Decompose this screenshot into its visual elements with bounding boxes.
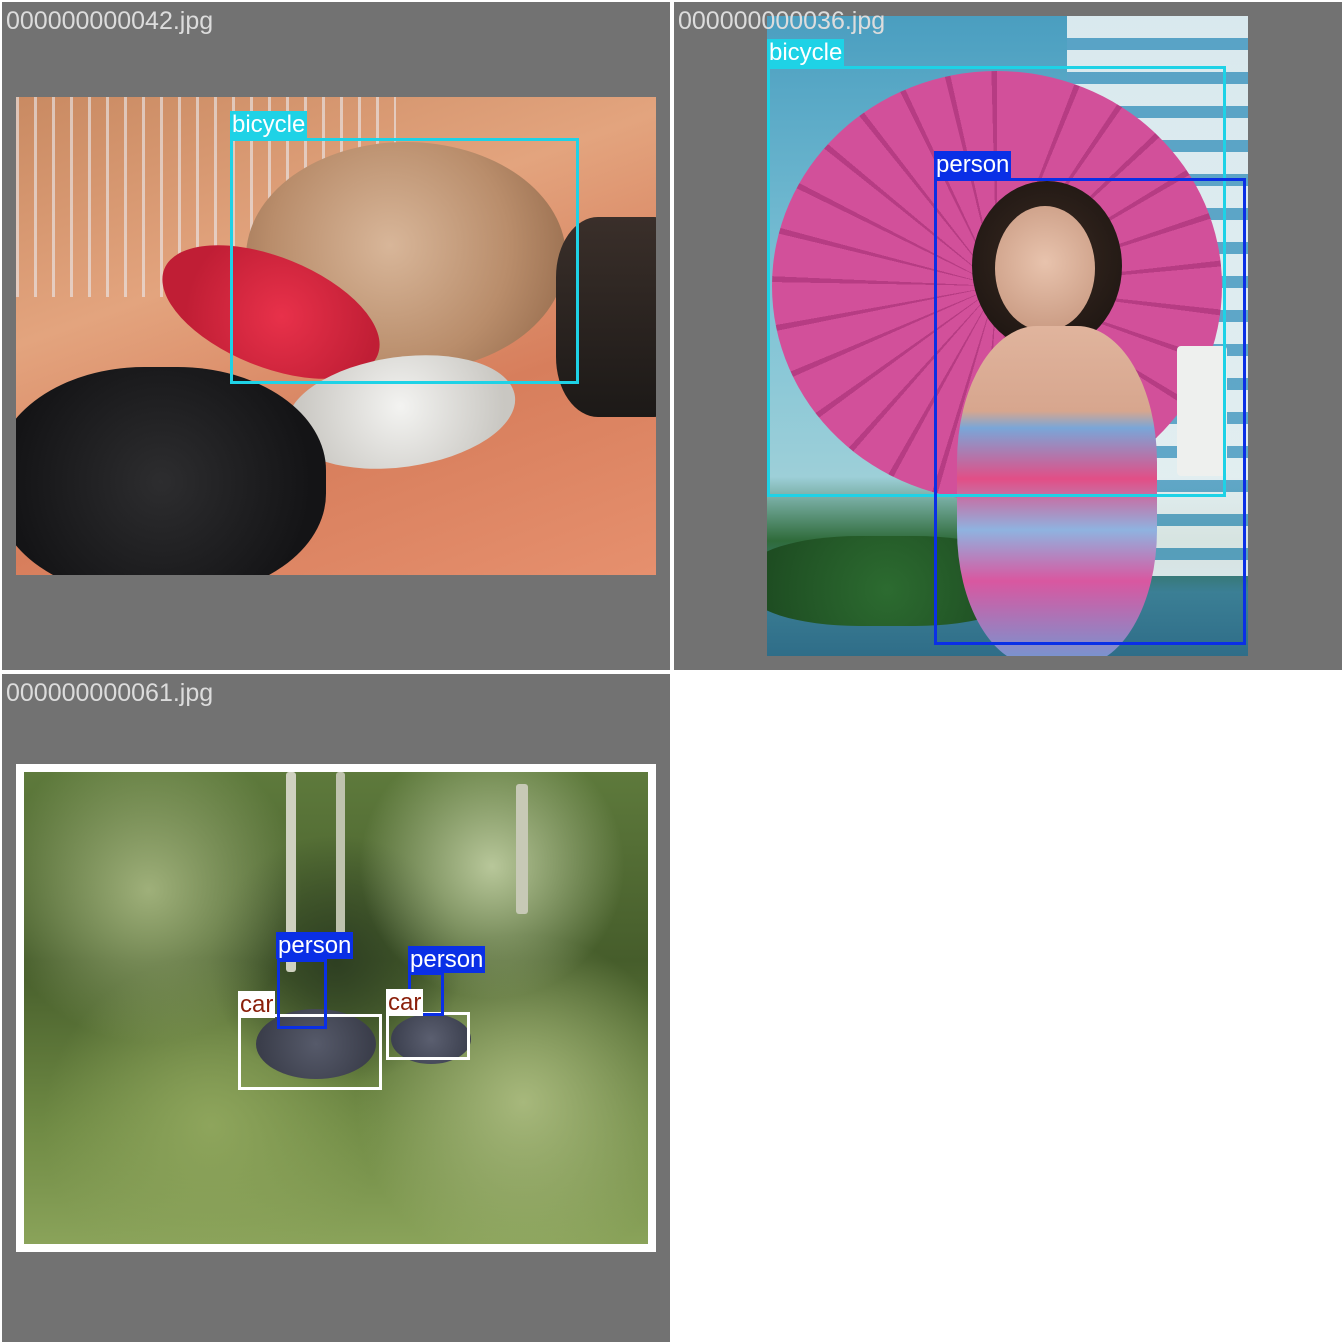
mosaic-tile-3: 000000000061.jpg car car person person <box>2 674 670 1342</box>
detection-label-person: person <box>408 946 486 973</box>
mosaic-tile-1: 000000000042.jpg bicycle <box>2 2 670 670</box>
detection-label-car: car <box>238 991 276 1018</box>
photo-jungle-elephants <box>16 764 656 1252</box>
detection-box-person <box>934 178 1246 645</box>
detection-label-bicycle: bicycle <box>230 111 308 138</box>
detection-label-person: person <box>276 932 354 959</box>
image-filename: 000000000061.jpg <box>6 679 214 707</box>
detection-label-bicycle: bicycle <box>767 39 845 66</box>
detection-label-car: car <box>386 989 424 1016</box>
sandal-graphic <box>16 367 326 575</box>
detection-box-person <box>277 959 327 1029</box>
detection-box-bicycle <box>230 138 579 384</box>
image-filename: 000000000036.jpg <box>678 7 886 35</box>
detection-label-person: person <box>934 151 1012 178</box>
detection-box-car <box>386 1012 470 1060</box>
mosaic-tile-2: 000000000036.jpg bicycle person <box>674 2 1342 670</box>
image-filename: 000000000042.jpg <box>6 7 214 35</box>
tree-trunk-graphic <box>516 784 528 914</box>
tree-trunk-graphic <box>336 772 345 952</box>
